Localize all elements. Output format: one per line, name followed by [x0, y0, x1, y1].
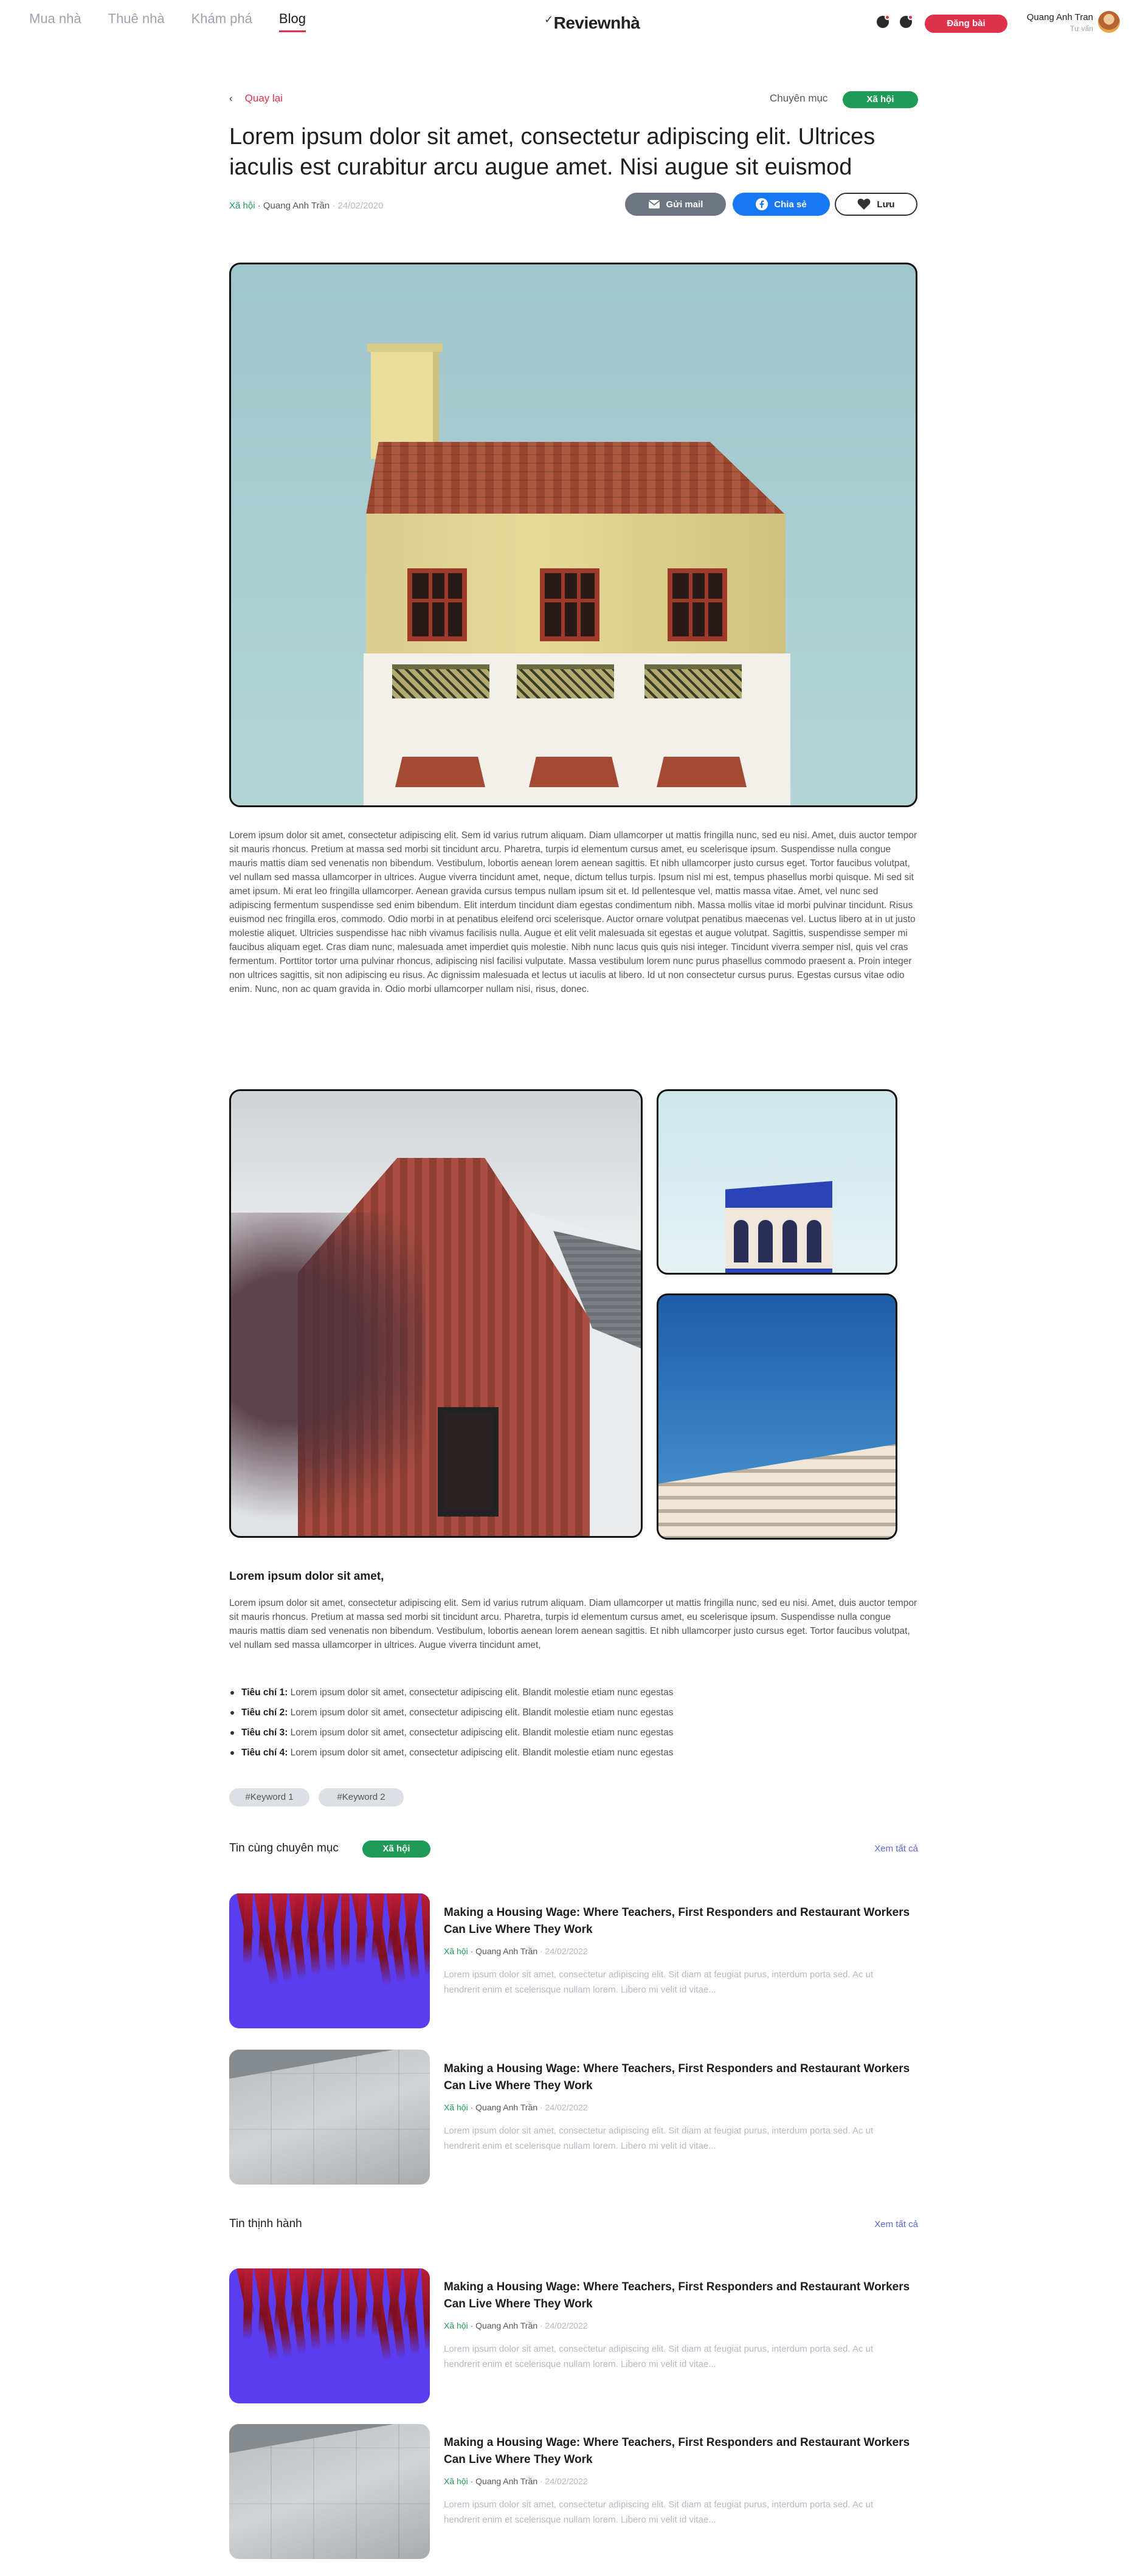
logo-mark-icon: ✓ — [544, 13, 553, 26]
gallery-image-barn[interactable] — [229, 1089, 643, 1538]
house-balcony — [644, 664, 742, 698]
message-icon[interactable] — [900, 15, 913, 28]
mail-button[interactable]: Gửi mail — [625, 193, 726, 216]
back-link[interactable]: ‹ Quay lại — [229, 92, 283, 105]
related-card-1-excerpt: Lorem ipsum dolor sit amet, consectetur … — [444, 1969, 874, 1995]
facebook-icon — [756, 198, 768, 210]
thumbnail-frond — [243, 2268, 253, 2340]
trending-card-2-thumbnail[interactable] — [229, 2424, 430, 2559]
list-item: Tiêu chí 1: Lorem ipsum dolor sit amet, … — [230, 1682, 673, 1703]
house-awning — [529, 757, 619, 787]
keyword-tag[interactable]: #Keyword 2 — [319, 1788, 404, 1806]
related-card-1-title[interactable]: Making a Housing Wage: Where Teachers, F… — [444, 1904, 918, 1938]
article-title: Lorem ipsum dolor sit amet, consectetur … — [229, 124, 875, 180]
chevron-left-icon: ‹ — [229, 92, 233, 104]
nav-item-rent[interactable]: Thuê nhà — [108, 11, 165, 32]
house-awning — [657, 757, 747, 787]
thumbnail-frond — [356, 1893, 367, 1966]
heart-icon — [858, 198, 871, 210]
main-nav: Mua nhà Thuê nhà Khám phá Blog — [29, 11, 333, 32]
thumbnail-frond — [356, 2268, 367, 2341]
hero-image — [229, 263, 917, 807]
mail-icon — [647, 200, 660, 208]
list-item: Tiêu chí 3: Lorem ipsum dolor sit amet, … — [230, 1723, 673, 1743]
related-card-2-thumbnail[interactable] — [229, 2050, 430, 2185]
sign-body — [725, 1208, 832, 1273]
thumbnail-frond — [420, 1893, 430, 1977]
gallery-image-tower[interactable] — [657, 1293, 897, 1540]
related-card-1-thumbnail[interactable] — [229, 1893, 430, 2028]
category-label: Chuyên mục — [770, 92, 828, 104]
back-label: Quay lại — [244, 92, 283, 104]
thumbnail-frond — [341, 2268, 350, 2344]
save-label: Lưu — [877, 199, 895, 210]
notification-icon[interactable] — [877, 15, 890, 28]
avatar[interactable] — [1098, 11, 1120, 33]
related-card-2-title[interactable]: Making a Housing Wage: Where Teachers, F… — [444, 2061, 918, 2095]
trending-card-1-excerpt: Lorem ipsum dolor sit amet, consectetur … — [444, 2344, 874, 2369]
trending-card-2-title[interactable]: Making a Housing Wage: Where Teachers, F… — [444, 2434, 918, 2468]
tower-body — [658, 1441, 896, 1538]
article-paragraph-1: Lorem ipsum dolor sit amet, consectetur … — [229, 830, 917, 994]
notification-dot — [885, 15, 890, 20]
trending-card-1-thumbnail[interactable] — [229, 2268, 430, 2403]
list-item: Tiêu chí 4: Lorem ipsum dolor sit amet, … — [230, 1743, 673, 1763]
related-category-badge[interactable]: Xã hội — [362, 1841, 430, 1858]
article-paragraph-2: Lorem ipsum dolor sit amet, consectetur … — [229, 1598, 917, 1650]
thumbnail-frond — [243, 1893, 253, 1965]
share-label: Chia sẻ — [774, 199, 807, 210]
barn-window — [438, 1407, 499, 1517]
gallery-image-sign[interactable] — [657, 1089, 897, 1275]
meta-date: · 24/02/2020 — [332, 201, 384, 211]
article-meta: Xã hội · Quang Anh Trần · 24/02/2020 — [229, 201, 384, 211]
related-see-all-link[interactable]: Xem tất cả — [863, 1844, 918, 1854]
thumbnail-frond — [420, 2268, 430, 2352]
trending-see-all-link[interactable]: Xem tất cả — [863, 2219, 918, 2230]
sign-base — [725, 1269, 832, 1273]
mail-label: Gửi mail — [666, 199, 703, 210]
related-section-title: Tin cùng chuyên mục — [229, 1842, 339, 1855]
article-subheading: Lorem ipsum dolor sit amet, — [229, 1570, 384, 1583]
barn-tree — [231, 1213, 426, 1536]
share-button[interactable]: Chia sẻ — [733, 193, 830, 216]
house-window — [540, 568, 599, 641]
site-logo[interactable]: ✓Reviewnhà — [544, 13, 640, 33]
sign-top — [725, 1181, 832, 1209]
post-button[interactable]: Đăng bài — [925, 15, 1007, 33]
related-card-2-meta: Xã hội · Quang Anh Trần · 24/02/2022 — [444, 2102, 588, 2112]
meta-category[interactable]: Xã hội — [229, 201, 255, 211]
trending-card-1-meta: Xã hội · Quang Anh Trần · 24/02/2022 — [444, 2321, 588, 2330]
trending-card-2-meta: Xã hội · Quang Anh Trần · 24/02/2022 — [444, 2476, 588, 2486]
house-window — [668, 568, 727, 641]
house-roof — [366, 442, 786, 515]
house-balcony — [517, 664, 614, 698]
house-balcony — [392, 664, 489, 698]
logo-text: Reviewnhà — [553, 13, 640, 32]
related-card-1-meta: Xã hội · Quang Anh Trần · 24/02/2022 — [444, 1946, 588, 1956]
house-awning — [395, 757, 485, 787]
user-role: Tư vấn — [1069, 24, 1093, 33]
top-header: Mua nhà Thuê nhà Khám phá Blog ✓Reviewnh… — [0, 0, 1143, 44]
related-card-2-excerpt: Lorem ipsum dolor sit amet, consectetur … — [444, 2126, 874, 2151]
category-badge[interactable]: Xã hội — [843, 91, 918, 108]
trending-section-title: Tin thịnh hành — [229, 2217, 302, 2230]
house-window — [407, 568, 467, 641]
save-button[interactable]: Lưu — [835, 193, 917, 216]
list-item: Tiêu chí 2: Lorem ipsum dolor sit amet, … — [230, 1703, 673, 1723]
nav-item-buy[interactable]: Mua nhà — [29, 11, 81, 32]
trending-card-1-title[interactable]: Making a Housing Wage: Where Teachers, F… — [444, 2279, 918, 2313]
thumbnail-frond — [341, 1893, 350, 1969]
message-dot — [908, 15, 913, 20]
keyword-tag[interactable]: #Keyword 1 — [229, 1788, 309, 1806]
user-name[interactable]: Quang Anh Tran — [1021, 12, 1093, 22]
trending-card-2-excerpt: Lorem ipsum dolor sit amet, consectetur … — [444, 2499, 874, 2525]
criteria-list: Tiêu chí 1: Lorem ipsum dolor sit amet, … — [230, 1682, 673, 1763]
nav-item-explore[interactable]: Khám phá — [192, 11, 252, 32]
meta-author: · Quang Anh Trần — [257, 201, 330, 211]
nav-item-blog[interactable]: Blog — [278, 11, 306, 32]
